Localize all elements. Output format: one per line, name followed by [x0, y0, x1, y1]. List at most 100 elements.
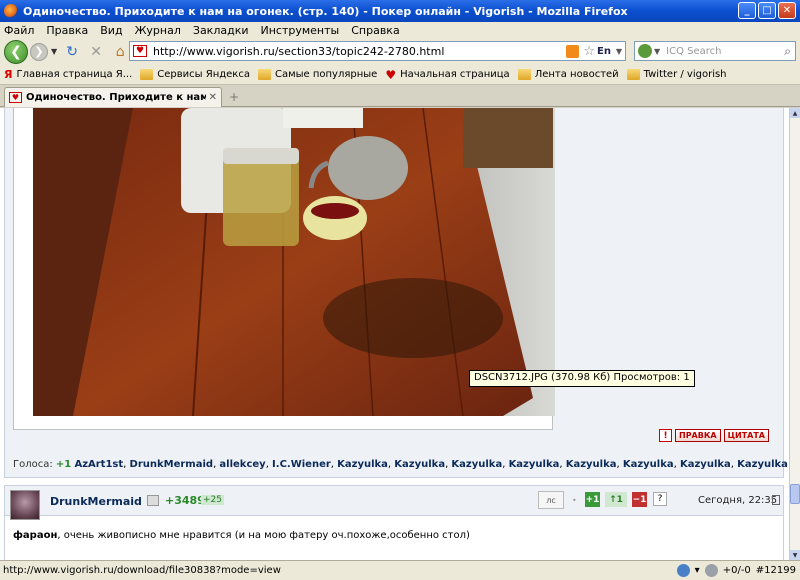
- window-titlebar: Одиночество. Приходите к нам на огонек. …: [0, 0, 800, 22]
- voter-link[interactable]: Kazyulka: [394, 459, 445, 470]
- vote-plus-button[interactable]: +1: [585, 492, 600, 507]
- status-addons: ▾ +0/-0 #12199: [676, 564, 796, 577]
- voter-link[interactable]: Kazyulka: [451, 459, 502, 470]
- forum-post: DSCN3712.JPG (370.98 Кб) Просмотров: 1 !…: [4, 108, 788, 478]
- bookmark-most-popular[interactable]: Самые популярные: [257, 69, 377, 80]
- menu-help[interactable]: Справка: [351, 24, 399, 37]
- back-button[interactable]: ❮: [4, 39, 28, 64]
- maximize-button[interactable]: □: [758, 2, 776, 19]
- voter-link[interactable]: Kazyulka: [680, 459, 731, 470]
- folder-icon: [257, 69, 271, 80]
- user-info-icon[interactable]: [147, 495, 159, 506]
- folder-icon: [517, 69, 531, 80]
- forum-post-reply: DrunkMermaid +3489 +25 лс • +1 ↑1 −1 ? С…: [4, 485, 784, 560]
- status-bar: http://www.vigorish.ru/download/file3083…: [0, 560, 800, 580]
- edit-button[interactable]: ПРАВКА: [675, 429, 721, 442]
- voter-link[interactable]: DrunkMermaid: [130, 459, 214, 470]
- votes-count: +1: [55, 459, 72, 470]
- minimize-button[interactable]: _: [738, 2, 756, 19]
- history-dropdown-icon[interactable]: ▼: [51, 47, 57, 56]
- new-tab-button[interactable]: +: [229, 90, 239, 104]
- folder-icon: [626, 69, 640, 80]
- voter-link[interactable]: I.C.Wiener: [272, 459, 331, 470]
- scroll-thumb[interactable]: [790, 484, 800, 504]
- voter-link[interactable]: allekcey: [219, 459, 265, 470]
- menu-bookmarks[interactable]: Закладки: [193, 24, 249, 37]
- stats-icon[interactable]: [704, 564, 718, 577]
- addon-dropdown-icon[interactable]: ▾: [695, 565, 700, 576]
- voter-link[interactable]: Kazyulka: [337, 459, 388, 470]
- bookmarks-toolbar: Я Главная страница Я... Сервисы Яндекса …: [0, 65, 800, 85]
- voter-link[interactable]: Kazyulka: [566, 459, 617, 470]
- quote-button[interactable]: ЦИТАТА: [723, 429, 769, 442]
- vote-help-button[interactable]: ?: [653, 492, 667, 506]
- scroll-down-icon[interactable]: ▼: [790, 550, 800, 560]
- tab-close-icon[interactable]: ✕: [209, 92, 217, 103]
- forward-button[interactable]: ❯: [30, 42, 48, 61]
- site-favicon: ♥: [133, 45, 147, 57]
- bookmark-yandex-home[interactable]: Я Главная страница Я...: [4, 68, 132, 81]
- avatar[interactable]: [10, 490, 40, 520]
- bookmark-yandex-services[interactable]: Сервисы Яндекса: [140, 69, 250, 80]
- reload-icon[interactable]: ↻: [63, 43, 81, 61]
- window-title: Одиночество. Приходите к нам на огонек. …: [23, 4, 628, 18]
- search-placeholder[interactable]: ICQ Search: [666, 46, 721, 57]
- voter-link[interactable]: AzArt1st: [74, 459, 123, 470]
- navigation-toolbar: ❮ ❯ ▼ ↻ ✕ ⌂ ♥ http://www.vigorish.ru/sec…: [0, 38, 800, 65]
- post-body: фараон, очень живописно мне нравится (и …: [13, 530, 470, 541]
- menu-tools[interactable]: Инструменты: [261, 24, 340, 37]
- url-dropdown-icon[interactable]: ▼: [616, 47, 622, 56]
- attachment-frame: DSCN3712.JPG (370.98 Кб) Просмотров: 1: [13, 108, 695, 430]
- menu-file[interactable]: Файл: [4, 24, 34, 37]
- post-author[interactable]: DrunkMermaid: [50, 495, 142, 508]
- tab-bar: ♥ Одиночество. Приходите к нам на о... ✕…: [0, 85, 800, 107]
- voter-link[interactable]: Kazyulka: [737, 459, 788, 470]
- menu-bar: Файл Правка Вид Журнал Закладки Инструме…: [0, 22, 800, 38]
- search-icon[interactable]: ⌕: [784, 44, 791, 59]
- tab-active[interactable]: ♥ Одиночество. Приходите к нам на о... ✕: [4, 87, 222, 107]
- language-indicator[interactable]: En: [597, 46, 611, 57]
- post-header: DrunkMermaid +3489 +25 лс • +1 ↑1 −1 ? С…: [5, 486, 783, 520]
- stop-icon[interactable]: ✕: [87, 43, 105, 61]
- report-icon[interactable]: !: [659, 429, 672, 442]
- scroll-up-icon[interactable]: ▲: [790, 108, 800, 118]
- addon-icon[interactable]: [676, 564, 690, 577]
- bookmark-star-icon[interactable]: ☆: [583, 44, 595, 59]
- voter-link[interactable]: Kazyulka: [509, 459, 560, 470]
- page-content: DSCN3712.JPG (370.98 Кб) Просмотров: 1 !…: [0, 108, 789, 560]
- search-bar[interactable]: ▼ ICQ Search ⌕: [634, 41, 796, 61]
- post-link-icon[interactable]: [772, 495, 780, 505]
- url-text[interactable]: http://www.vigorish.ru/section33/topic24…: [153, 45, 444, 58]
- search-engine-dropdown-icon[interactable]: ▼: [654, 47, 660, 56]
- quoted-author[interactable]: фараон: [13, 530, 57, 541]
- status-counter: +0/-0: [722, 565, 751, 576]
- voter-link[interactable]: Kazyulka: [623, 459, 674, 470]
- bookmark-start-page[interactable]: ♥ Начальная страница: [385, 68, 509, 82]
- menu-history[interactable]: Журнал: [135, 24, 181, 37]
- menu-edit[interactable]: Правка: [46, 24, 88, 37]
- post-actions: ! ПРАВКА ЦИТАТА: [659, 429, 769, 442]
- post-text: , очень живописно мне нравится (и на мою…: [57, 530, 470, 541]
- vote-up-badge[interactable]: ↑1: [605, 492, 627, 507]
- url-bar[interactable]: ♥ http://www.vigorish.ru/section33/topic…: [129, 41, 626, 61]
- yandex-icon: Я: [4, 68, 13, 81]
- votes-line: Голоса: +1 AzArt1st, DrunkMermaid, allek…: [13, 459, 788, 470]
- user-rating: +3489: [165, 494, 205, 507]
- close-button[interactable]: ✕: [778, 2, 796, 19]
- votes-label: Голоса:: [13, 459, 53, 470]
- bookmark-twitter[interactable]: Twitter / vigorish: [626, 69, 727, 80]
- vote-minus-button[interactable]: −1: [632, 492, 647, 507]
- search-engine-icon[interactable]: [638, 44, 652, 58]
- bookmark-news-feed[interactable]: Лента новостей: [517, 69, 619, 80]
- vertical-scrollbar[interactable]: ▲ ▼: [789, 108, 800, 560]
- post-time: Сегодня, 22:35: [698, 495, 778, 506]
- status-number: #12199: [755, 565, 796, 576]
- menu-view[interactable]: Вид: [100, 24, 122, 37]
- tab-label[interactable]: Одиночество. Приходите к нам на о...: [26, 92, 206, 103]
- private-message-button[interactable]: лс: [538, 491, 564, 509]
- home-icon[interactable]: ⌂: [111, 43, 129, 61]
- tab-favicon: ♥: [9, 92, 22, 103]
- attachment-tooltip: DSCN3712.JPG (370.98 Кб) Просмотров: 1: [469, 370, 695, 387]
- rss-icon[interactable]: [566, 44, 579, 58]
- heart-icon: ♥: [385, 67, 397, 82]
